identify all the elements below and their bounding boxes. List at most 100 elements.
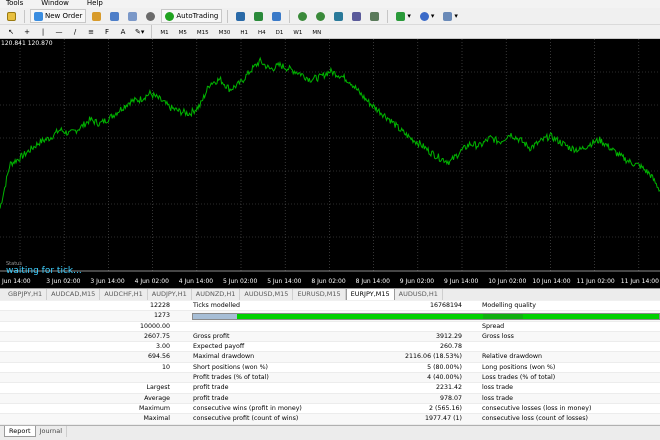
tester-icon <box>146 11 156 21</box>
autoscroll-icon <box>370 11 380 21</box>
chevron-down-icon: ▾ <box>454 12 458 20</box>
candlestick-button[interactable] <box>251 9 266 23</box>
menu-help[interactable]: Help <box>87 0 103 7</box>
vertical-line-icon: | <box>41 27 45 36</box>
report-label: Relative drawdown <box>482 353 542 361</box>
fibonacci-button[interactable]: F <box>100 25 114 39</box>
report-row: 10000.00 Spread <box>0 322 660 332</box>
fibonacci-icon: F <box>104 27 110 36</box>
new-chart-button[interactable] <box>4 9 19 23</box>
menu-tools[interactable]: Tools <box>6 0 23 7</box>
autoscroll-button[interactable] <box>367 9 382 23</box>
trendline-button[interactable]: / <box>68 25 82 39</box>
text-tool-icon: A <box>120 27 126 36</box>
chart-tab[interactable]: GBPJPY,H1 <box>4 289 48 300</box>
menu-window[interactable]: Window <box>41 0 69 7</box>
tile-windows-button[interactable] <box>331 9 346 23</box>
timeframe-m5[interactable]: M5 <box>175 27 191 37</box>
report-label: Gross profit <box>193 332 230 340</box>
timeframe-m30[interactable]: M30 <box>215 27 235 37</box>
chart-tab[interactable]: EURUSD,M15 <box>293 289 346 300</box>
report-label: Expected payoff <box>193 343 245 351</box>
report-label: Modelling quality <box>482 302 536 309</box>
chart-x-tick-label: 5 Jun 02:00 <box>223 278 257 285</box>
chart-tab[interactable]: AUDJPY,H1 <box>148 289 192 300</box>
report-value: Maximum <box>138 404 170 412</box>
timeframe-m15[interactable]: M15 <box>193 27 213 37</box>
market-watch-button[interactable] <box>89 9 104 23</box>
timeframe-h4[interactable]: H4 <box>254 27 270 37</box>
new-order-icon <box>34 11 43 21</box>
tester-button[interactable] <box>143 9 158 23</box>
timeframe-mn[interactable]: MN <box>308 27 325 37</box>
chart-tab[interactable]: AUDUSD,H1 <box>395 289 443 300</box>
report-label: consecutive profit (count of wins) <box>193 415 299 423</box>
report-value: Average <box>144 394 170 402</box>
navigator-icon <box>110 11 120 21</box>
timeframe-h1[interactable]: H1 <box>236 27 252 37</box>
chart-tab[interactable]: AUDUSD,M15 <box>240 289 294 300</box>
report-value: 3.00 <box>155 343 170 351</box>
horizontal-line-button[interactable]: — <box>52 25 66 39</box>
bar-chart-button[interactable] <box>233 9 248 23</box>
cursor-button[interactable]: ↖ <box>4 25 18 39</box>
report-value: 16768194 <box>429 302 462 309</box>
price-chart[interactable]: Jun 14:00 3 Jun 02:00 3 Jun 14:00 4 Jun 02:… <box>0 39 660 288</box>
timeframe-w1[interactable]: W1 <box>289 27 306 37</box>
chart-x-tick-label: 11 Jun 14:00 <box>621 278 659 285</box>
report-value: 978.07 <box>439 394 462 402</box>
chart-tabs: GBPJPY,H1 AUDCAD,M15 AUDCHF,H1 AUDJPY,H1 AUD… <box>0 288 660 300</box>
timeframe-m1[interactable]: M1 <box>156 27 172 37</box>
report-label: loss trade <box>482 394 513 402</box>
report-value: 10000.00 <box>139 322 170 330</box>
timeframe-d1[interactable]: D1 <box>272 27 288 37</box>
report-label: Loss trades (% of total) <box>482 374 556 382</box>
bar-chart-icon <box>236 11 246 21</box>
report-value: 2231.42 <box>435 384 462 392</box>
zoom-out-icon <box>316 11 326 21</box>
report-label: consecutive wins (profit in money) <box>193 404 302 412</box>
tile-windows-icon <box>334 11 344 21</box>
zoom-in-button[interactable] <box>295 9 310 23</box>
new-chart-icon <box>7 11 16 21</box>
price-label: 120.841 120.870 <box>1 40 53 47</box>
crosshair-button[interactable]: + <box>20 25 34 39</box>
line-chart-button[interactable] <box>269 9 284 23</box>
report-label: consecutive losses (loss in money) <box>482 404 592 412</box>
modelling-quality-start <box>193 314 237 320</box>
new-order-button[interactable]: New Order <box>30 9 87 23</box>
tab-journal[interactable]: Journal <box>36 426 68 437</box>
menu-bar: Tools Window Help <box>0 0 660 8</box>
toolbar-separator <box>227 9 229 23</box>
report-value: Largest <box>146 384 170 392</box>
report-label: Spread <box>482 322 505 330</box>
channel-button[interactable]: ≡ <box>84 25 98 39</box>
shapes-button[interactable]: ✎▾ <box>132 25 147 39</box>
zoom-out-button[interactable] <box>313 9 328 23</box>
terminal-button[interactable] <box>125 9 140 23</box>
autotrading-label: AutoTrading <box>176 12 219 20</box>
chart-tab[interactable]: EURJPY,M15 <box>345 288 395 300</box>
chart-tab[interactable]: AUDNZD,H1 <box>192 289 241 300</box>
indicators-button[interactable]: ▾ <box>393 9 414 23</box>
text-tool-button[interactable]: A <box>116 25 130 39</box>
report-row: 10 Short positions (won %) 5 (80.00%) Long … <box>0 363 660 374</box>
autotrading-button[interactable]: AutoTrading <box>161 9 223 23</box>
chart-tab[interactable]: AUDCAD,M15 <box>47 289 101 300</box>
candlestick-icon <box>254 11 264 21</box>
periods-button[interactable]: ▾ <box>417 9 438 23</box>
chart-tab[interactable]: AUDCHF,H1 <box>100 289 148 300</box>
shapes-icon: ✎▾ <box>135 27 145 36</box>
templates-button[interactable]: ▾ <box>440 9 461 23</box>
clock-icon <box>419 11 429 21</box>
tab-report[interactable]: Report <box>4 426 36 437</box>
waiting-for-tick-label: waiting for tick... <box>6 266 82 276</box>
navigator-button[interactable] <box>107 9 122 23</box>
report-row: 2607.75 Gross profit 3912.29 Gross loss <box>0 331 660 343</box>
report-label: Maximal drawdown <box>193 353 255 361</box>
report-label: Long positions (won %) <box>482 363 556 371</box>
chart-shift-button[interactable] <box>349 9 364 23</box>
chart-x-tick-label: 8 Jun 02:00 <box>311 278 345 285</box>
vertical-line-button[interactable]: | <box>36 25 50 39</box>
templates-icon <box>443 11 453 21</box>
